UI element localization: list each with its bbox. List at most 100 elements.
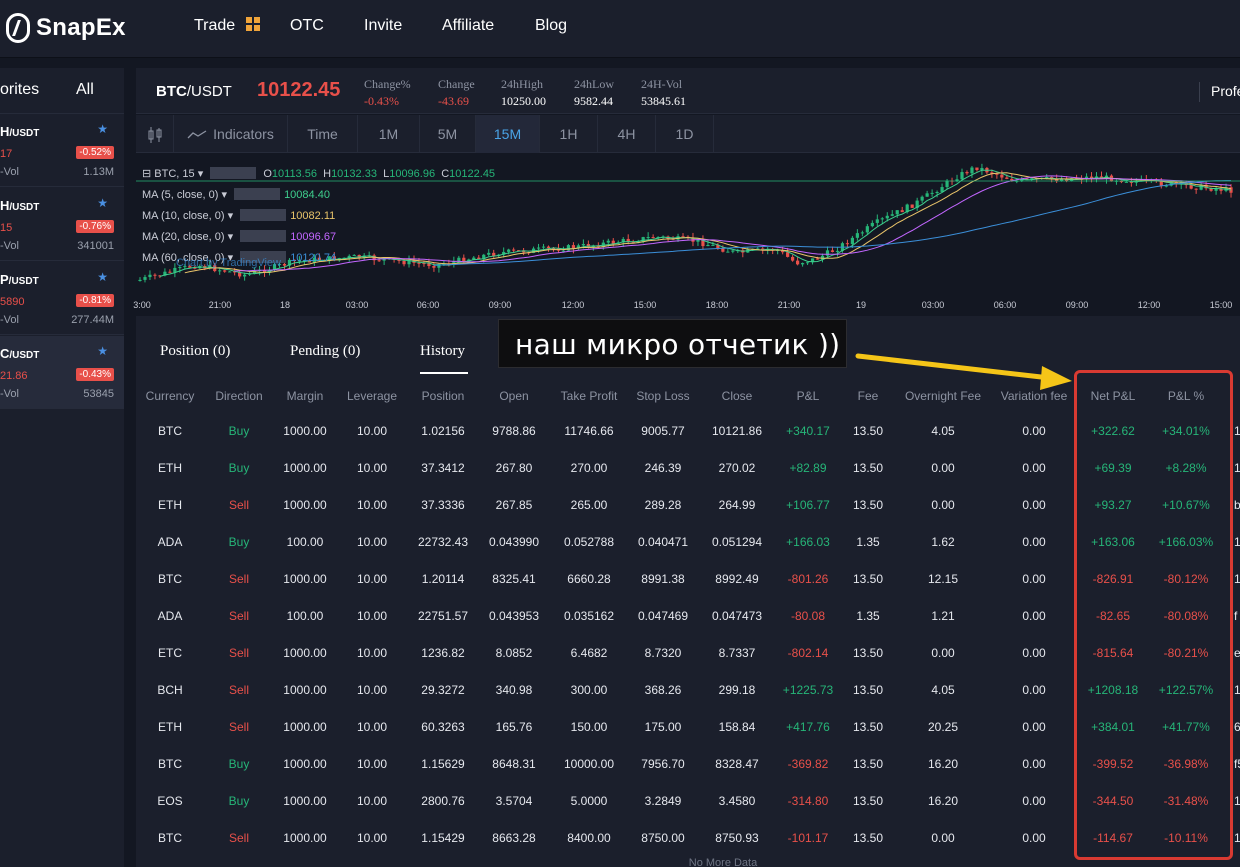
nav-invite[interactable]: Invite — [364, 17, 402, 35]
candle — [721, 248, 725, 252]
star-icon[interactable]: ★ — [97, 344, 108, 358]
table-cell: ADA — [157, 535, 183, 549]
candle — [995, 173, 999, 175]
table-cell: 1000.00 — [283, 572, 327, 586]
star-icon[interactable]: ★ — [97, 122, 108, 136]
truncated-cell: 1 — [1234, 572, 1240, 586]
table-row[interactable]: ETC Sell 1000.00 10.00 1236.82 8.0852 6.4682 8.… — [0, 646, 1240, 660]
column-header: Margin — [286, 389, 324, 403]
indicators-label: Indicators — [213, 126, 274, 142]
table-cell: 100.00 — [286, 609, 324, 623]
table-row[interactable]: ETH Sell 1000.00 10.00 37.3336 267.85 265.00 28… — [0, 498, 1240, 512]
table-row[interactable]: BTC Buy 1000.00 10.00 1.15629 8648.31 10000.00… — [0, 757, 1240, 771]
table-cell: 1000.00 — [283, 720, 327, 734]
candle — [148, 274, 152, 278]
market-pair: C/USDT — [0, 346, 40, 361]
candle — [417, 262, 421, 264]
truncated-cell: 6 — [1234, 720, 1240, 734]
table-cell: 300.00 — [570, 683, 608, 697]
table-cell: Buy — [228, 424, 250, 438]
table-row[interactable]: EOS Buy 1000.00 10.00 2800.76 3.5704 5.0000 3.2… — [0, 794, 1240, 808]
table-row[interactable]: ETH Buy 1000.00 10.00 37.3412 267.80 270.00 246… — [0, 461, 1240, 475]
table-cell: 8.0852 — [495, 646, 533, 660]
table-cell: 1000.00 — [283, 498, 327, 512]
ma-settings-icon[interactable] — [240, 209, 287, 221]
candle — [223, 270, 227, 272]
candle — [1214, 188, 1218, 191]
table-cell: 0.040471 — [637, 535, 689, 549]
nav-trade[interactable]: Trade — [194, 17, 260, 35]
logo-icon — [6, 13, 30, 43]
table-row[interactable]: BTC Sell 1000.00 10.00 1.20114 8325.41 6660.28… — [0, 572, 1240, 586]
candle — [571, 245, 576, 249]
nav-blog[interactable]: Blog — [535, 17, 567, 35]
table-cell: 9005.77 — [641, 424, 685, 438]
chart-symbol[interactable]: BTC, 15 — [154, 168, 194, 180]
time-tick: 15:00 — [633, 300, 657, 310]
table-cell: 0.00 — [1022, 794, 1046, 808]
market-item[interactable]: P/USDT ★ 5890 -0.81% -Vol 277.44M — [0, 262, 124, 335]
candle — [870, 222, 874, 227]
market-item[interactable]: H/USDT ★ 15 -0.76% -Vol 341001 — [0, 188, 124, 261]
nav-otc[interactable]: OTC — [290, 17, 324, 35]
volume-value: 277.44M — [71, 314, 114, 326]
candle — [835, 250, 840, 252]
table-row[interactable]: BTC Buy 1000.00 10.00 1.02156 9788.86 11746.66… — [0, 424, 1240, 438]
ma-settings-icon[interactable] — [234, 188, 281, 200]
table-row[interactable]: BTC Sell 1000.00 10.00 1.15429 8663.28 8400.00… — [0, 831, 1240, 845]
table-cell: 0.043990 — [488, 535, 540, 549]
table-cell: 8663.28 — [492, 831, 536, 845]
tab-position[interactable]: Position (0) — [160, 343, 230, 360]
collapse-icon[interactable]: ⊟ — [142, 168, 151, 180]
candle — [711, 244, 715, 246]
table-cell: 267.80 — [495, 461, 533, 475]
candle — [1005, 177, 1009, 179]
candle — [865, 226, 869, 233]
table-cell: Sell — [228, 609, 250, 623]
ma-settings-icon[interactable] — [240, 230, 287, 242]
table-row[interactable]: ETH Sell 1000.00 10.00 60.3263 165.76 150.00 17… — [0, 720, 1240, 734]
price-chart[interactable]: ⊟ BTC, 15 ▾ O10113.56 H10132.33 L10096.9… — [136, 153, 1240, 316]
professional-toggle[interactable]: Profe — [1211, 83, 1240, 99]
table-cell: -801.26 — [787, 572, 829, 586]
table-cell: -802.14 — [787, 646, 829, 660]
market-item[interactable]: H/USDT ★ 17 -0.52% -Vol 1.13M — [0, 114, 124, 187]
candle — [606, 240, 610, 243]
candle — [432, 266, 436, 268]
table-row[interactable]: BCH Sell 1000.00 10.00 29.3272 340.98 300.00 36… — [0, 683, 1240, 697]
tab-favorites[interactable]: orites — [0, 81, 39, 99]
table-row[interactable]: ADA Buy 100.00 10.00 22732.43 0.043990 0.05278… — [0, 535, 1240, 549]
table-cell: 0.047469 — [637, 609, 689, 623]
tab-history[interactable]: History — [420, 343, 465, 360]
interval-1h[interactable]: 1H — [540, 115, 598, 153]
tab-all[interactable]: All — [76, 81, 94, 99]
table-cell: 265.00 — [570, 498, 608, 512]
stat-change-pct: Change% -0.43% — [364, 77, 411, 108]
legend-settings-icon[interactable] — [210, 167, 257, 179]
table-cell: 1236.82 — [421, 646, 465, 660]
interval-1d[interactable]: 1D — [656, 115, 714, 153]
table-cell: 270.02 — [718, 461, 756, 475]
tab-pending[interactable]: Pending (0) — [290, 343, 360, 360]
table-cell: Sell — [228, 498, 250, 512]
table-cell: 158.84 — [718, 720, 756, 734]
interval-1m[interactable]: 1M — [358, 115, 420, 153]
indicators-button[interactable]: Indicators — [174, 115, 288, 153]
stat-change: Change -43.69 — [438, 77, 475, 108]
table-cell: 0.047473 — [711, 609, 763, 623]
star-icon[interactable]: ★ — [97, 196, 108, 210]
candle — [805, 262, 810, 264]
interval-5m[interactable]: 5M — [420, 115, 476, 153]
nav-affiliate[interactable]: Affiliate — [442, 17, 494, 35]
nav-trade-label: Trade — [194, 17, 236, 34]
chart-ohlc-legend: ⊟ BTC, 15 ▾ O10113.56 H10132.33 L10096.9… — [142, 167, 496, 180]
candle — [731, 250, 735, 252]
logo[interactable]: SnapEx — [6, 13, 126, 43]
interval-4h[interactable]: 4H — [598, 115, 656, 153]
interval-15m[interactable]: 15M — [476, 115, 540, 153]
time-tick: 03:00 — [921, 300, 945, 310]
star-icon[interactable]: ★ — [97, 270, 108, 284]
table-cell: 8328.47 — [715, 757, 759, 771]
table-row[interactable]: ADA Sell 100.00 10.00 22751.57 0.043953 0.0351… — [0, 609, 1240, 623]
candle-type-button[interactable] — [136, 115, 174, 153]
